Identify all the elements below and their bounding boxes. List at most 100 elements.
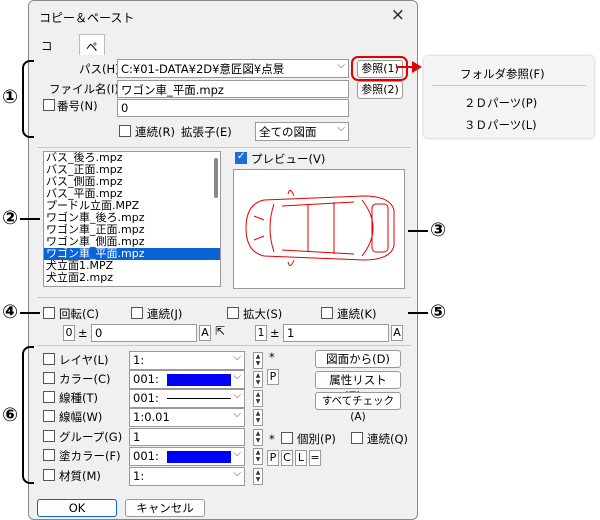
check-all-button[interactable]: すべてチェック(A) — [315, 392, 401, 423]
attribute-checkbox[interactable] — [43, 353, 55, 365]
ok-button[interactable]: OK — [37, 499, 117, 517]
chevron-down-icon: ⌵ — [233, 371, 241, 382]
copy-paste-dialog: コピー＆ペースト × コピー ペースト パス(H) C:¥01-DATA¥2D¥… — [28, 0, 418, 520]
arrow-head-icon — [412, 61, 422, 73]
sequence-checkbox[interactable] — [119, 125, 131, 137]
fill-c-button[interactable]: C — [281, 450, 293, 466]
from-drawing-button[interactable]: 図面から(D) — [315, 350, 401, 368]
attribute-value: 1: — [133, 353, 145, 367]
number-field[interactable]: 0 — [117, 99, 349, 117]
attribute-checkbox[interactable] — [43, 410, 55, 422]
spinner[interactable]: ▲ ▼ — [253, 409, 263, 426]
extension-combo[interactable]: 全ての図面 ⌵ — [255, 122, 349, 141]
sequence-label: 連続(R) — [135, 125, 175, 139]
spinner[interactable]: ▲ ▼ — [253, 448, 263, 465]
attribute-label: 材質(M) — [59, 469, 101, 483]
filename-field[interactable]: ワゴン車_平面.mpz — [117, 80, 349, 98]
rotate-label: 回転(C) — [59, 307, 100, 321]
paste-panel: パス(H) C:¥01-DATA¥2D¥意匠図¥点景 ⌵ 参照(1) ファイル名(… — [33, 55, 415, 497]
individual-checkbox[interactable] — [281, 432, 293, 444]
menu-item-2d-parts[interactable]: ２Ｄパーツ(P) — [464, 95, 537, 111]
cancel-button[interactable]: キャンセル — [125, 499, 205, 517]
rotate-auto-button[interactable]: A — [199, 325, 211, 341]
spinner[interactable]: ▲ ▼ — [253, 352, 263, 369]
rotate-step-button[interactable]: 0 — [63, 325, 75, 341]
attribute-combo[interactable]: 001: ⌵ — [129, 447, 245, 466]
attribute-checkbox[interactable] — [43, 372, 55, 384]
group-star-label: * — [269, 432, 275, 446]
marker-5: ⑤ — [430, 301, 447, 323]
attribute-value: 1 — [133, 430, 141, 444]
file-list-item[interactable]: 犬立面2.mpz — [44, 272, 220, 284]
fill-p-button[interactable]: P — [267, 450, 279, 466]
attribute-combo[interactable]: 001: ⌵ — [129, 370, 245, 389]
divider — [37, 297, 411, 298]
color-swatch — [166, 450, 231, 463]
attribute-label: 塗カラー(F) — [59, 449, 121, 463]
chevron-down-icon: ⌵ — [233, 448, 241, 459]
attribute-label: グループ(G) — [59, 430, 123, 444]
group-sequence-checkbox[interactable] — [351, 432, 363, 444]
fill-l-button[interactable]: L — [295, 450, 307, 466]
layer-star-label: * — [269, 350, 275, 364]
path-value: C:¥01-DATA¥2D¥意匠図¥点景 — [121, 62, 285, 76]
attribute-label: レイヤ(L) — [59, 353, 109, 367]
scrollbar-thumb[interactable] — [214, 158, 218, 198]
attribute-checkbox[interactable] — [43, 391, 55, 403]
attribute-checkbox[interactable] — [43, 469, 55, 481]
attribute-field[interactable]: 1 — [129, 428, 245, 446]
chevron-down-icon: ⌵ — [233, 409, 241, 420]
tab-paste[interactable]: ペースト — [79, 34, 105, 102]
number-checkbox[interactable] — [43, 99, 55, 111]
scale-sequence-label: 連続(K) — [337, 307, 377, 321]
attribute-combo[interactable]: 001: ⌵ — [129, 389, 245, 408]
extension-value: 全ての図面 — [259, 125, 317, 139]
section-bracket-6 — [22, 346, 34, 484]
rotate-value-field[interactable]: 0 — [91, 324, 197, 342]
chevron-down-icon: ⌵ — [337, 123, 345, 134]
cursor-icon[interactable]: ⇱ — [215, 324, 225, 338]
close-icon[interactable]: × — [391, 5, 405, 25]
scale-value-field[interactable]: 1 — [283, 324, 389, 342]
attribute-value: 1: — [133, 469, 145, 483]
individual-label: 個別(P) — [297, 432, 336, 446]
file-list-items: バス_後ろ.mpz バス_正面.mpz バス_側面.mpz バス_平面.mpz プードル… — [44, 152, 220, 284]
marker-4-line — [20, 312, 40, 314]
attribute-checkbox[interactable] — [43, 449, 55, 461]
scale-auto-button[interactable]: A — [391, 325, 403, 341]
divider — [37, 147, 411, 148]
scale-label: 拡大(S) — [243, 307, 283, 321]
menu-item-folder-browse[interactable]: フォルダ参照(F) — [460, 66, 545, 82]
color-p-button[interactable]: P — [267, 369, 279, 385]
fill-eq-button[interactable]: = — [309, 450, 321, 466]
chevron-down-icon: ⌵ — [233, 390, 241, 401]
marker-2-line — [20, 218, 40, 220]
spinner[interactable]: ▲ ▼ — [253, 429, 263, 446]
scale-checkbox[interactable] — [227, 307, 239, 319]
rotate-sequence-checkbox[interactable] — [131, 307, 143, 319]
attribute-combo[interactable]: 1: ⌵ — [129, 467, 245, 486]
rotate-checkbox[interactable] — [43, 307, 55, 319]
marker-1: ① — [2, 86, 19, 108]
marker-4: ④ — [2, 301, 19, 323]
marker-6: ⑥ — [2, 404, 19, 426]
attribute-checkbox[interactable] — [43, 430, 55, 442]
spinner[interactable]: ▲ ▼ — [253, 468, 263, 485]
window-title: コピー＆ペースト — [39, 11, 135, 25]
scale-step-button[interactable]: 1 — [255, 325, 267, 341]
file-list[interactable]: バス_後ろ.mpz バス_正面.mpz バス_側面.mpz バス_平面.mpz プードル… — [43, 151, 221, 287]
attribute-value: 001: — [133, 372, 159, 386]
scale-sequence-checkbox[interactable] — [321, 307, 333, 319]
browse-2-button[interactable]: 参照(2) — [357, 81, 403, 99]
tab-copy[interactable]: コピー — [35, 34, 59, 85]
attribute-combo[interactable]: 1:0.01 ⌵ — [129, 408, 245, 427]
attribute-combo[interactable]: 1: ⌵ — [129, 351, 245, 370]
menu-item-3d-parts[interactable]: ３Ｄパーツ(L) — [464, 117, 537, 133]
rotate-sequence-label: 連続(J) — [147, 307, 183, 321]
attribute-value: 001: — [133, 391, 159, 405]
spinner[interactable]: ▲ ▼ — [253, 371, 263, 388]
spinner[interactable]: ▲ ▼ — [253, 390, 263, 407]
preview-checkbox[interactable] — [235, 151, 247, 164]
path-combo[interactable]: C:¥01-DATA¥2D¥意匠図¥点景 ⌵ — [117, 59, 349, 78]
attribute-list-button[interactable]: 属性リスト(Z)... — [315, 371, 401, 403]
